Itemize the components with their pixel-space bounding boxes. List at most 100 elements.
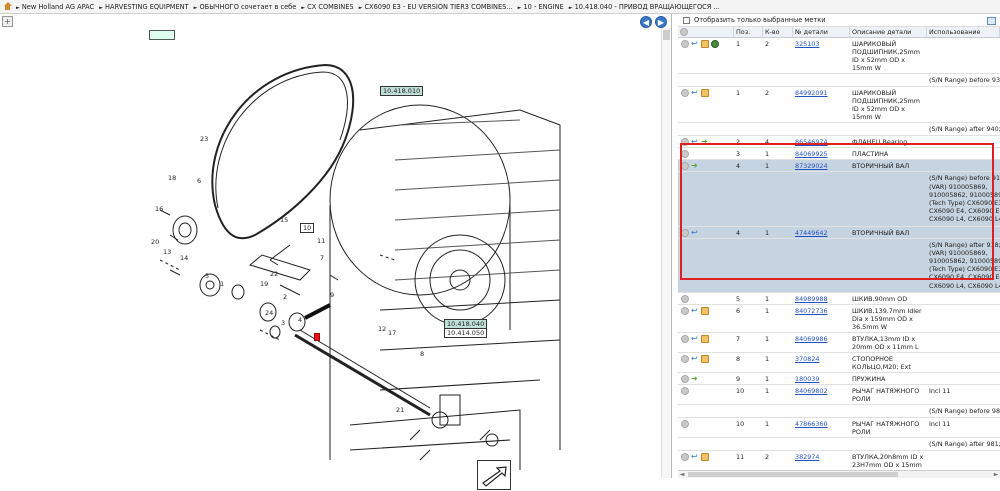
- info-icon[interactable]: [681, 162, 689, 171]
- column-header[interactable]: К-во: [763, 27, 793, 37]
- breadcrumb-item[interactable]: ► CX6090 E3 - EU VERSION TIER3 COMBINES..…: [359, 3, 513, 11]
- diagram-pane[interactable]: + ◀ ▶ 10.418.010 10.418.040 10.414.050 1…: [0, 14, 672, 490]
- parts-horizontal-scrollbar[interactable]: ◄ ►: [678, 470, 1000, 478]
- info-icon[interactable]: [681, 420, 689, 429]
- info-icon[interactable]: [681, 306, 689, 315]
- history-icon[interactable]: [691, 40, 699, 48]
- grid-icon[interactable]: [987, 17, 996, 25]
- info-icon[interactable]: [681, 453, 689, 462]
- home-icon[interactable]: [3, 2, 12, 11]
- table-row[interactable]: 8 1 370824 СТОПОРНОЕ КОЛЬЦО,M20; Ext: [678, 352, 1000, 373]
- part-number-cell[interactable]: 84069802: [793, 385, 850, 404]
- breadcrumb-item[interactable]: ► 10 - ENGINE: [518, 3, 564, 11]
- part-number-link[interactable]: 370824: [795, 355, 819, 363]
- callout-ref[interactable]: 10.414.050: [444, 328, 488, 338]
- part-number-label[interactable]: 16: [155, 205, 163, 213]
- part-number-label[interactable]: 14: [180, 254, 188, 262]
- breadcrumb-item[interactable]: ► 10.418.040 - ПРИВОД ВРАЩАЮЩЕГОСЯ ...: [569, 3, 720, 11]
- part-number-label[interactable]: 22: [270, 270, 278, 278]
- info-icon[interactable]: [680, 28, 688, 36]
- part-number-cell[interactable]: 47449642: [793, 227, 850, 238]
- info-icon[interactable]: [681, 150, 689, 159]
- history-icon[interactable]: [691, 307, 699, 315]
- table-row[interactable]: 10 1 47866360 РЫЧАГ НАТЯЖНОГО РОЛИ Incl 11: [678, 418, 1000, 439]
- part-number-label[interactable]: 4: [298, 316, 302, 324]
- part-number-label[interactable]: 9: [330, 291, 334, 299]
- breadcrumb-item[interactable]: ► ОБЫЧНОГО сочетает в себе: [194, 3, 297, 11]
- part-number-label[interactable]: 3: [281, 319, 285, 327]
- part-number-cell[interactable]: 84992091: [793, 87, 850, 122]
- part-number-label[interactable]: 15: [280, 216, 288, 224]
- history-icon[interactable]: [691, 229, 699, 237]
- info-icon[interactable]: [681, 374, 689, 383]
- part-number-link[interactable]: 47449642: [795, 229, 828, 237]
- part-number-label[interactable]: 1: [220, 280, 224, 288]
- breadcrumb-item[interactable]: ► New Holland AG APAC: [16, 3, 94, 11]
- part-number-label[interactable]: 13: [163, 248, 171, 256]
- info-icon[interactable]: [681, 386, 689, 395]
- part-number-label[interactable]: 6: [197, 177, 201, 185]
- info-icon[interactable]: [681, 354, 689, 363]
- table-row[interactable]: 1 2 325103 ШАРИКОВЫЙ ПОДШИПНИК,25mm ID x 52…: [678, 38, 1000, 74]
- part-number-cell[interactable]: 84989988: [793, 293, 850, 304]
- part-number-link[interactable]: 84069802: [795, 387, 828, 395]
- table-row[interactable]: 9 1 180039 ПРУЖИНА: [678, 372, 1000, 385]
- history-icon[interactable]: [691, 453, 699, 461]
- breadcrumb-item[interactable]: ► HARVESTING EQUIPMENT: [99, 3, 188, 11]
- package-icon[interactable]: [701, 89, 709, 98]
- callout-ref[interactable]: 10: [300, 223, 315, 233]
- breadcrumb-item[interactable]: ► CX COMBINES: [301, 3, 353, 11]
- part-number-label[interactable]: 23: [200, 135, 208, 143]
- history-icon[interactable]: [691, 355, 699, 363]
- callout-ref[interactable]: 10.418.010: [380, 86, 424, 96]
- forward-icon[interactable]: [691, 162, 699, 170]
- part-number-cell[interactable]: 87329024: [793, 160, 850, 171]
- part-number-cell[interactable]: 86546974: [793, 136, 850, 147]
- info-icon[interactable]: [681, 334, 689, 343]
- scroll-right-icon[interactable]: ►: [992, 471, 1000, 478]
- forward-icon[interactable]: [691, 375, 699, 383]
- table-row[interactable]: 10 1 84069802 РЫЧАГ НАТЯЖНОГО РОЛИ Incl 11: [678, 384, 1000, 405]
- package-icon[interactable]: [701, 453, 709, 462]
- package-icon[interactable]: [701, 40, 709, 48]
- diagram-scrollbar[interactable]: [661, 28, 671, 478]
- part-number-link[interactable]: 84069925: [795, 150, 828, 158]
- part-number-cell[interactable]: 382974: [793, 451, 850, 470]
- info-icon[interactable]: [681, 40, 689, 48]
- show-selected-checkbox[interactable]: [683, 16, 690, 24]
- info-icon[interactable]: [681, 294, 689, 303]
- package-icon[interactable]: [701, 354, 709, 363]
- column-header[interactable]: Поз.: [734, 27, 763, 37]
- forward-icon[interactable]: [701, 138, 709, 146]
- info-icon[interactable]: [681, 138, 689, 147]
- info-icon[interactable]: [681, 89, 689, 98]
- part-number-link[interactable]: 180039: [795, 375, 819, 383]
- table-row[interactable]: 4 1 87329024 ВТОРИЧНЫЙ ВАЛ: [678, 160, 1000, 173]
- part-number-label[interactable]: 11: [317, 237, 325, 245]
- navigate-arrow-button[interactable]: [477, 460, 511, 490]
- table-row[interactable]: 3 1 84069925 ПЛАСТИНА: [678, 148, 1000, 161]
- part-number-label[interactable]: 12: [378, 325, 386, 333]
- history-icon[interactable]: [691, 89, 699, 97]
- history-icon[interactable]: [691, 335, 699, 343]
- column-header[interactable]: № детали: [793, 27, 850, 37]
- part-number-label[interactable]: 24: [265, 309, 273, 317]
- part-number-link[interactable]: 47866360: [795, 420, 828, 428]
- part-number-cell[interactable]: 180039: [793, 373, 850, 384]
- part-number-link[interactable]: 84069986: [795, 335, 828, 343]
- table-row[interactable]: 5 1 84989988 ШКИВ,90mm OD: [678, 292, 1000, 305]
- part-number-label[interactable]: 17: [388, 329, 396, 337]
- part-number-label[interactable]: 5: [205, 272, 209, 280]
- previous-page-button[interactable]: ◀: [640, 16, 652, 28]
- table-row[interactable]: 6 1 84072736 ШКИВ,139.7mm Idler Dia x 159mm…: [678, 304, 1000, 333]
- part-number-label[interactable]: 19: [260, 280, 268, 288]
- globe-icon[interactable]: [711, 40, 719, 48]
- part-number-link[interactable]: 84989988: [795, 295, 828, 303]
- part-number-link[interactable]: 87329024: [795, 162, 828, 170]
- expand-icon[interactable]: +: [2, 16, 13, 27]
- next-page-button[interactable]: ▶: [655, 16, 667, 28]
- part-number-cell[interactable]: 47866360: [793, 418, 850, 437]
- info-icon[interactable]: [681, 228, 689, 237]
- history-icon[interactable]: [691, 138, 699, 146]
- column-header[interactable]: Использование: [927, 27, 1000, 37]
